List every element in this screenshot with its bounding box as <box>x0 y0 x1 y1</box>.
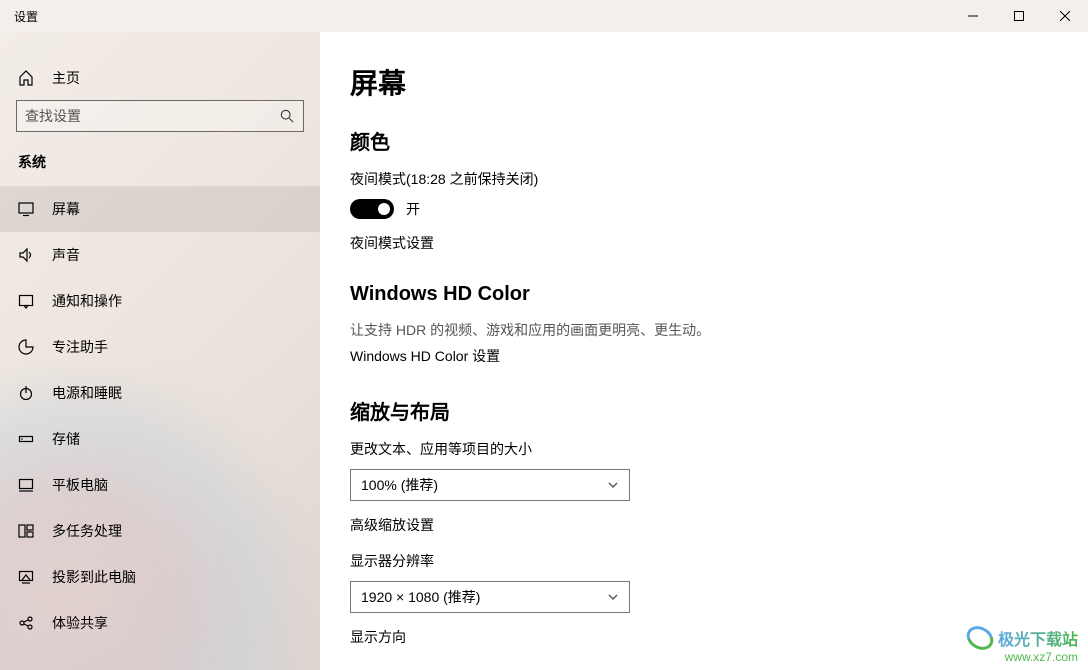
text-size-value: 100% (推荐) <box>361 475 438 495</box>
sidebar-item-storage[interactable]: 存储 <box>0 416 320 462</box>
hdcolor-settings-link[interactable]: Windows HD Color 设置 <box>350 346 1088 366</box>
section-color: 颜色 <box>350 126 1088 155</box>
sidebar-item-sound[interactable]: 声音 <box>0 232 320 278</box>
sidebar-item-focus-assist[interactable]: 专注助手 <box>0 324 320 370</box>
orientation-label: 显示方向 <box>350 627 1088 647</box>
search-icon <box>279 108 295 124</box>
sidebar-item-notifications[interactable]: 通知和操作 <box>0 278 320 324</box>
sidebar-item-label: 投影到此电脑 <box>52 567 136 587</box>
search-box[interactable] <box>16 100 304 132</box>
sidebar-item-label: 存储 <box>52 429 80 449</box>
sidebar-item-label: 屏幕 <box>52 199 80 219</box>
sidebar-item-multitasking[interactable]: 多任务处理 <box>0 508 320 554</box>
projecting-icon <box>18 569 34 585</box>
close-button[interactable] <box>1042 0 1088 32</box>
sidebar-item-tablet[interactable]: 平板电脑 <box>0 462 320 508</box>
sidebar-item-label: 通知和操作 <box>52 291 122 311</box>
hdcolor-description: 让支持 HDR 的视频、游戏和应用的画面更明亮、更生动。 <box>350 320 1088 340</box>
resolution-dropdown[interactable]: 1920 × 1080 (推荐) <box>350 581 630 613</box>
sidebar: 主页 系统 屏幕 声音 通知和操作 <box>0 32 320 670</box>
advanced-scaling-link[interactable]: 高级缩放设置 <box>350 515 1088 535</box>
section-hdcolor: Windows HD Color <box>350 283 1088 306</box>
sidebar-item-label: 多任务处理 <box>52 521 122 541</box>
window-title: 设置 <box>0 8 38 25</box>
sidebar-item-projecting[interactable]: 投影到此电脑 <box>0 554 320 600</box>
text-size-dropdown[interactable]: 100% (推荐) <box>350 469 630 501</box>
night-mode-label: 夜间模式(18:28 之前保持关闭) <box>350 169 1088 189</box>
sidebar-item-shared-experiences[interactable]: 体验共享 <box>0 600 320 646</box>
section-scale: 缩放与布局 <box>350 396 1088 425</box>
minimize-icon <box>968 11 978 21</box>
maximize-icon <box>1014 11 1024 21</box>
resolution-label: 显示器分辨率 <box>350 551 1088 571</box>
home-label: 主页 <box>52 68 80 88</box>
night-mode-toggle[interactable] <box>350 199 394 219</box>
notifications-icon <box>18 293 34 309</box>
page-title: 屏幕 <box>350 62 1088 102</box>
minimize-button[interactable] <box>950 0 996 32</box>
sidebar-item-display[interactable]: 屏幕 <box>0 186 320 232</box>
close-icon <box>1060 11 1070 21</box>
sidebar-item-label: 声音 <box>52 245 80 265</box>
focus-assist-icon <box>18 339 34 355</box>
chevron-down-icon <box>607 591 619 603</box>
multitasking-icon <box>18 523 34 539</box>
text-size-label: 更改文本、应用等项目的大小 <box>350 439 1088 459</box>
storage-icon <box>18 431 34 447</box>
toggle-state-label: 开 <box>406 199 420 219</box>
sound-icon <box>18 247 34 263</box>
home-button[interactable]: 主页 <box>0 58 320 100</box>
sidebar-item-label: 体验共享 <box>52 613 108 633</box>
search-input[interactable] <box>25 108 279 124</box>
tablet-icon <box>18 477 34 493</box>
power-icon <box>18 385 34 401</box>
home-icon <box>18 70 34 86</box>
content-area: 屏幕 颜色 夜间模式(18:28 之前保持关闭) 开 夜间模式设置 Window… <box>320 32 1088 670</box>
resolution-value: 1920 × 1080 (推荐) <box>361 587 480 607</box>
maximize-button[interactable] <box>996 0 1042 32</box>
shared-experiences-icon <box>18 615 34 631</box>
sidebar-item-label: 电源和睡眠 <box>52 383 122 403</box>
display-icon <box>18 201 34 217</box>
night-mode-settings-link[interactable]: 夜间模式设置 <box>350 233 1088 253</box>
chevron-down-icon <box>607 479 619 491</box>
sidebar-item-power[interactable]: 电源和睡眠 <box>0 370 320 416</box>
sidebar-item-label: 专注助手 <box>52 337 108 357</box>
category-header: 系统 <box>0 152 320 186</box>
sidebar-item-label: 平板电脑 <box>52 475 108 495</box>
